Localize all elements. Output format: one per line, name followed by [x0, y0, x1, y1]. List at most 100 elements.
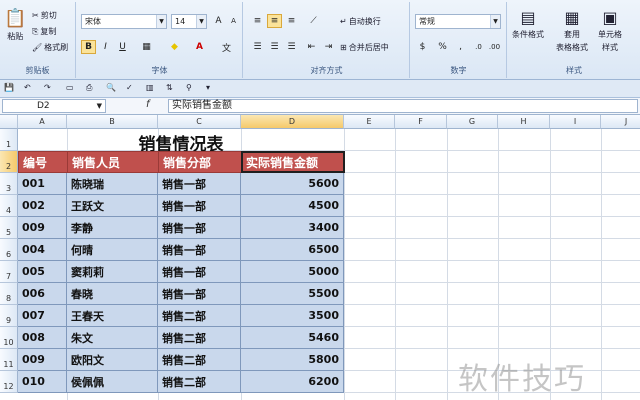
row-header-11[interactable]: 11: [0, 349, 18, 371]
row-header-7[interactable]: 7: [0, 261, 18, 283]
row-header-5[interactable]: 5: [0, 217, 18, 239]
italic-button[interactable]: I: [98, 40, 113, 54]
filter-icon[interactable]: ⚲: [186, 83, 192, 92]
font-name-combo[interactable]: 宋体 ▼: [81, 14, 167, 29]
header-cell[interactable]: 销售分部: [158, 151, 242, 173]
align-middle-icon[interactable]: ≡: [267, 14, 282, 28]
data-cell[interactable]: 005: [18, 261, 67, 283]
underline-button[interactable]: U: [115, 40, 130, 54]
print-icon[interactable]: ⎙: [86, 83, 92, 93]
percent-icon[interactable]: %: [435, 40, 450, 54]
column-header-D[interactable]: D: [241, 115, 344, 129]
row-header-2[interactable]: 2: [0, 151, 18, 173]
data-cell[interactable]: 春晓: [67, 283, 158, 305]
row-header-10[interactable]: 10: [0, 327, 18, 349]
data-cell[interactable]: 销售二部: [158, 371, 241, 393]
data-cell[interactable]: 销售一部: [158, 195, 241, 217]
formula-input[interactable]: 实际销售金额: [168, 99, 638, 113]
row-header-1[interactable]: 1: [0, 129, 18, 151]
increase-indent-icon[interactable]: ⇥: [321, 40, 336, 54]
data-cell[interactable]: 5460: [241, 327, 344, 349]
select-all-corner[interactable]: [0, 115, 18, 129]
data-cell[interactable]: 李静: [67, 217, 158, 239]
customize-qat-icon[interactable]: ▾: [206, 83, 210, 92]
column-header-E[interactable]: E: [344, 115, 395, 129]
orientation-icon[interactable]: ⟋: [306, 14, 321, 28]
data-cell[interactable]: 侯佩佩: [67, 371, 158, 393]
copy-button[interactable]: ⎘ 复制: [32, 26, 56, 37]
data-cell[interactable]: 陈晓瑞: [67, 173, 158, 195]
spell-icon[interactable]: ✓: [126, 83, 133, 92]
merge-center-button[interactable]: ⊞ 合并后居中: [340, 42, 389, 53]
redo-icon[interactable]: ↷: [44, 83, 51, 92]
data-cell[interactable]: 006: [18, 283, 67, 305]
data-cell[interactable]: 销售一部: [158, 173, 241, 195]
shrink-font-button[interactable]: A: [226, 14, 241, 28]
column-header-C[interactable]: C: [158, 115, 241, 129]
border-icon[interactable]: ▦: [139, 40, 154, 54]
header-cell[interactable]: 实际销售金额: [241, 151, 345, 173]
header-cell[interactable]: 销售人员: [67, 151, 159, 173]
data-cell[interactable]: 4500: [241, 195, 344, 217]
phonetic-icon[interactable]: 文: [219, 40, 234, 54]
row-header-6[interactable]: 6: [0, 239, 18, 261]
column-header-F[interactable]: F: [395, 115, 447, 129]
data-cell[interactable]: 5500: [241, 283, 344, 305]
format-painter-button[interactable]: 🖌 格式刷: [32, 42, 68, 53]
data-cell[interactable]: 王跃文: [67, 195, 158, 217]
sort-icon[interactable]: ⇅: [166, 83, 173, 92]
data-cell[interactable]: 007: [18, 305, 67, 327]
data-cell[interactable]: 销售一部: [158, 283, 241, 305]
increase-decimal-icon[interactable]: .0: [471, 40, 486, 54]
align-center-icon[interactable]: ☰: [267, 40, 282, 54]
data-cell[interactable]: 5800: [241, 349, 344, 371]
data-cell[interactable]: 5000: [241, 261, 344, 283]
column-header-I[interactable]: I: [550, 115, 601, 129]
data-cell[interactable]: 朱文: [67, 327, 158, 349]
data-cell[interactable]: 010: [18, 371, 67, 393]
column-header-B[interactable]: B: [67, 115, 158, 129]
data-cell[interactable]: 6200: [241, 371, 344, 393]
number-format-combo[interactable]: 常规 ▼: [415, 14, 501, 29]
data-cell[interactable]: 6500: [241, 239, 344, 261]
decrease-indent-icon[interactable]: ⇤: [304, 40, 319, 54]
data-cell[interactable]: 销售二部: [158, 349, 241, 371]
bold-button[interactable]: B: [81, 40, 96, 54]
grow-font-button[interactable]: A: [211, 14, 226, 28]
column-header-J[interactable]: J: [601, 115, 640, 129]
cut-button[interactable]: ✂ 剪切: [32, 10, 57, 21]
fill-color-icon[interactable]: ◆: [167, 40, 182, 54]
paste-button[interactable]: 📋 粘贴: [4, 8, 26, 42]
conditional-format-button[interactable]: ▤ 条件格式: [512, 8, 544, 40]
row-header-9[interactable]: 9: [0, 305, 18, 327]
data-cell[interactable]: 3500: [241, 305, 344, 327]
data-cell[interactable]: 销售二部: [158, 305, 241, 327]
cell-styles-button[interactable]: ▣ 单元格 样式: [598, 8, 622, 53]
undo-icon[interactable]: ↶: [24, 83, 31, 92]
column-header-A[interactable]: A: [18, 115, 67, 129]
row-header-4[interactable]: 4: [0, 195, 18, 217]
data-cell[interactable]: 009: [18, 349, 67, 371]
fx-icon[interactable]: f: [146, 99, 166, 113]
data-cell[interactable]: 销售一部: [158, 261, 241, 283]
wrap-text-button[interactable]: ↵ 自动换行: [340, 16, 381, 27]
preview-icon[interactable]: 🔍: [106, 83, 116, 92]
data-cell[interactable]: 销售一部: [158, 239, 241, 261]
data-cell[interactable]: 窦莉莉: [67, 261, 158, 283]
align-top-icon[interactable]: ≡: [250, 14, 265, 28]
row-header-8[interactable]: 8: [0, 283, 18, 305]
format-as-table-button[interactable]: ▦ 套用 表格格式: [556, 8, 588, 53]
data-cell[interactable]: 001: [18, 173, 67, 195]
column-header-G[interactable]: G: [447, 115, 498, 129]
data-cell[interactable]: 何晴: [67, 239, 158, 261]
align-bottom-icon[interactable]: ≡: [284, 14, 299, 28]
data-cell[interactable]: 3400: [241, 217, 344, 239]
column-header-H[interactable]: H: [498, 115, 550, 129]
data-cell[interactable]: 008: [18, 327, 67, 349]
data-cell[interactable]: 欧阳文: [67, 349, 158, 371]
name-box[interactable]: D2 ▼: [2, 99, 106, 113]
data-cell[interactable]: 销售一部: [158, 217, 241, 239]
align-left-icon[interactable]: ☰: [250, 40, 265, 54]
font-color-icon[interactable]: A: [192, 40, 207, 54]
data-cell[interactable]: 002: [18, 195, 67, 217]
